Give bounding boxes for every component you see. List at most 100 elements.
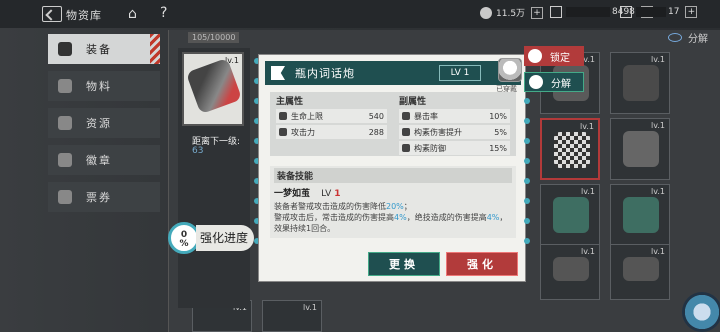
resource-calendar: 17 + bbox=[620, 6, 698, 18]
inventory-slot[interactable]: lv.1 bbox=[540, 184, 600, 246]
inventory-slot[interactable]: lv.1 bbox=[262, 300, 322, 332]
crit-icon bbox=[402, 112, 410, 120]
attr-label: 暴击率 bbox=[414, 111, 438, 121]
lock-button[interactable]: 锁定 bbox=[524, 46, 584, 66]
skill-level-prefix: LV bbox=[321, 189, 332, 199]
attr-value: 5% bbox=[494, 127, 507, 137]
calendar-bar bbox=[636, 7, 666, 17]
progress-unit: % bbox=[179, 239, 189, 249]
equipment-item-icon bbox=[623, 197, 659, 233]
floating-action-icon[interactable] bbox=[682, 292, 720, 332]
inventory-capacity: 105/10000 bbox=[188, 32, 240, 43]
skill-desc-text: ，绝技造成的伤害提高 bbox=[406, 213, 487, 222]
badge-icon bbox=[58, 153, 72, 167]
page-title: 物资库 bbox=[66, 9, 102, 22]
decompose-toggle-label: 分解 bbox=[688, 34, 708, 45]
sidebar-item-materials[interactable]: 物料 bbox=[48, 71, 160, 101]
checker-item-icon bbox=[554, 132, 590, 168]
gear-currency-icon bbox=[480, 6, 492, 19]
sub-attributes: 副属性 暴击率 10% 构素伤害提升 5% 构素防御 15% bbox=[393, 92, 516, 156]
inventory-slot[interactable]: lv.1 bbox=[610, 118, 670, 180]
calendar-value: 17 bbox=[668, 7, 680, 17]
lock-label: 锁定 bbox=[550, 52, 570, 64]
sidebar-item-resources[interactable]: 资源 bbox=[48, 108, 160, 138]
slot-level: lv.1 bbox=[581, 247, 595, 256]
skill-description: 装备者警戒攻击造成的伤害降低20%； 警戒攻击后，常击造成的伤害提高4%，绝技造… bbox=[274, 201, 512, 234]
equipment-level: LV 1 bbox=[439, 65, 481, 81]
side-actions: 锁定 分解 bbox=[524, 46, 584, 98]
top-bar: 物资库 ⌂ ? 11.5万 + 8498 + 17 + bbox=[0, 0, 720, 28]
defense-icon bbox=[402, 144, 410, 152]
skill-name-row: 一梦如茧 LV 1 bbox=[274, 186, 512, 199]
upgrade-progress[interactable]: 0 % 强化进度 bbox=[168, 222, 255, 254]
attr-label: 攻击力 bbox=[291, 127, 315, 137]
progress-label: 强化进度 bbox=[196, 225, 255, 251]
equipment-item-icon bbox=[623, 131, 659, 167]
attr-label: 构素防御 bbox=[414, 143, 446, 153]
attr-value: 15% bbox=[489, 143, 507, 153]
inventory-slot[interactable]: lv.1 bbox=[540, 118, 600, 180]
calendar-icon bbox=[620, 6, 632, 18]
equipment-icon bbox=[58, 42, 72, 56]
equipment-item-icon bbox=[553, 257, 589, 281]
sidebar-item-label: 资源 bbox=[86, 117, 112, 130]
inventory-slot[interactable]: lv.1 bbox=[610, 244, 670, 300]
equipped-character-avatar[interactable] bbox=[498, 58, 522, 82]
slot-level: lv.1 bbox=[651, 121, 665, 130]
slot-level: lv.1 bbox=[303, 303, 317, 312]
add-coins-button[interactable]: + bbox=[531, 6, 544, 19]
skill-desc-highlight: 4% bbox=[394, 213, 407, 222]
equipment-item-icon bbox=[623, 257, 659, 281]
skill-title: 装备技能 bbox=[274, 168, 512, 183]
skill-level: LV 1 bbox=[321, 189, 340, 199]
equipment-item-icon bbox=[623, 65, 659, 101]
decompose-label: 分解 bbox=[551, 78, 571, 90]
decompose-icon bbox=[529, 75, 543, 89]
attr-row: 构素防御 15% bbox=[399, 141, 510, 155]
crystal-icon bbox=[550, 6, 562, 18]
add-calendar-button[interactable]: + bbox=[685, 6, 698, 18]
help-icon[interactable]: ? bbox=[160, 5, 167, 21]
lock-icon bbox=[528, 49, 542, 63]
coins-value: 11.5万 bbox=[496, 9, 526, 19]
flag-icon bbox=[271, 66, 285, 80]
attr-label: 生命上限 bbox=[291, 111, 323, 121]
skill-desc-text: ； bbox=[403, 202, 412, 211]
attr-row: 构素伤害提升 5% bbox=[399, 125, 510, 139]
sidebar-item-equipment[interactable]: 装备 bbox=[48, 34, 160, 64]
inventory-slot[interactable]: lv.1 bbox=[540, 244, 600, 300]
eye-icon bbox=[668, 33, 682, 42]
resources-icon bbox=[58, 116, 72, 130]
attr-value: 288 bbox=[368, 127, 384, 137]
sidebar-item-label: 票券 bbox=[86, 191, 112, 204]
slot-level: lv.1 bbox=[651, 247, 665, 256]
attr-row: 暴击率 10% bbox=[399, 109, 510, 123]
sub-attr-title: 副属性 bbox=[399, 97, 427, 107]
sidebar-item-label: 物料 bbox=[86, 80, 112, 93]
equipment-item-icon bbox=[553, 197, 589, 233]
sidebar-item-tickets[interactable]: 票券 bbox=[48, 182, 160, 212]
attack-icon bbox=[279, 128, 287, 136]
decompose-button[interactable]: 分解 bbox=[524, 72, 584, 92]
selected-item-thumbnail[interactable]: lv.1 bbox=[182, 52, 244, 126]
ticket-icon bbox=[58, 190, 72, 204]
sidebar: 装备 物料 资源 徽章 票券 bbox=[48, 34, 160, 219]
detail-header: 瓶内词话炮 LV 1 bbox=[265, 61, 521, 85]
sidebar-item-badges[interactable]: 徽章 bbox=[48, 145, 160, 175]
attr-row: 攻击力 288 bbox=[276, 125, 387, 139]
skill-desc-text: 警戒攻击后，常击造成的伤害提高 bbox=[274, 213, 394, 222]
next-level-value: 63 bbox=[192, 146, 204, 156]
inventory-slot[interactable]: lv.1 bbox=[610, 184, 670, 246]
skill-level-value: 1 bbox=[334, 189, 341, 199]
upgrade-button[interactable]: 强化 bbox=[446, 252, 518, 276]
home-icon[interactable]: ⌂ bbox=[128, 6, 137, 22]
decompose-toggle[interactable]: 分解 bbox=[668, 30, 708, 45]
swap-button[interactable]: 更换 bbox=[368, 252, 440, 276]
inventory-slot[interactable]: lv.1 bbox=[610, 52, 670, 114]
skill-desc-text: 装备者警戒攻击造成的伤害降低 bbox=[274, 202, 386, 211]
back-icon[interactable] bbox=[42, 6, 62, 22]
heart-icon bbox=[279, 112, 287, 120]
attr-value: 540 bbox=[368, 111, 384, 121]
slot-level: lv.1 bbox=[581, 187, 595, 196]
attr-value: 10% bbox=[489, 111, 507, 121]
